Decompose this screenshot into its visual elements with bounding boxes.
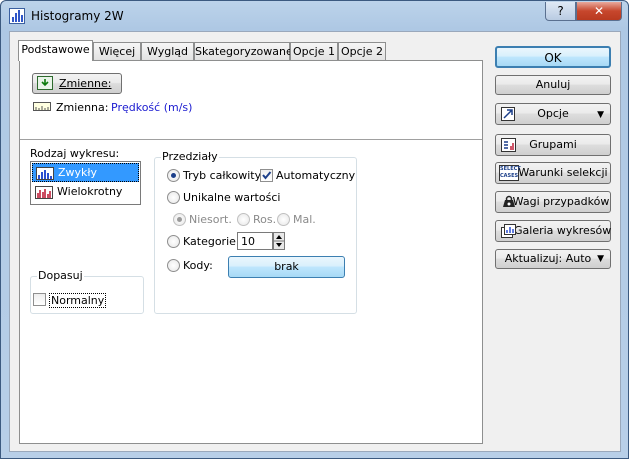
checkmark-icon — [262, 171, 272, 180]
list-item-wielokrotny[interactable]: Wielokrotny — [32, 183, 139, 202]
codes-label: Kody: — [183, 259, 213, 272]
variable-caption: Zmienna: — [56, 101, 109, 114]
weight-icon — [503, 195, 515, 207]
gallery-icon — [501, 224, 516, 238]
select-cases-label: Warunki selekcji — [518, 166, 608, 179]
ruler-icon — [33, 102, 51, 111]
categories-label: Kategorie: — [183, 235, 240, 248]
ascending-radio[interactable] — [237, 213, 250, 226]
simple-histogram-icon — [36, 167, 54, 180]
close-button[interactable]: ✕ — [576, 2, 622, 21]
chart-type-list[interactable]: Zwykły Wielokrotny — [30, 161, 141, 205]
help-button[interactable]: ? — [545, 2, 576, 21]
automatic-label: Automatyczny — [276, 169, 356, 182]
normal-checkbox[interactable] — [33, 293, 46, 306]
select-cases-button[interactable]: SELECT CASES Warunki selekcji — [495, 162, 611, 184]
fit-legend: Dopasuj — [37, 269, 84, 282]
window-title: Histogramy 2W — [31, 9, 124, 23]
chevron-down-icon: ▼ — [597, 110, 604, 120]
tab-wyglad[interactable]: Wygląd — [141, 42, 194, 60]
unsorted-label: Niesort. — [189, 213, 232, 226]
variables-button-label: Zmienne: — [59, 77, 112, 90]
descending-label: Mal. — [293, 213, 316, 226]
descending-radio[interactable] — [277, 213, 290, 226]
unique-values-radio[interactable] — [167, 191, 180, 204]
automatic-checkbox[interactable] — [260, 169, 273, 182]
update-label: Aktualizuj: Auto — [504, 252, 592, 265]
multiple-histogram-icon — [35, 186, 53, 199]
list-item-label: Wielokrotny — [57, 185, 123, 198]
options-button[interactable]: Opcje ▼ — [495, 103, 611, 125]
title-bar[interactable]: Histogramy 2W ? ✕ — [1, 1, 628, 31]
spin-arrows-icon — [274, 235, 284, 247]
fit-group: Dopasuj Normalny — [30, 269, 144, 314]
chart-type-legend: Rodzaj wykresu: — [30, 147, 120, 160]
codes-radio[interactable] — [167, 259, 180, 272]
intervals-group: Przedziały Tryb całkowity Automatyczny U… — [154, 150, 357, 314]
tab-opcje-2[interactable]: Opcje 2 — [338, 42, 386, 60]
tab-panel-podstawowe: Zmienne: Zmienna: Prędkość (m/s) Rodzaj … — [19, 60, 483, 444]
categories-radio[interactable] — [167, 235, 180, 248]
cancel-button[interactable]: Anuluj — [495, 75, 611, 95]
tab-podstawowe[interactable]: Podstawowe — [18, 40, 93, 61]
select-cases-icon: SELECT CASES — [499, 165, 521, 181]
update-dropdown[interactable]: Aktualizuj: Auto ▼ — [495, 249, 611, 269]
histogram-app-icon — [9, 8, 25, 24]
by-group-label: Grupami — [529, 138, 577, 151]
options-icon — [501, 107, 515, 121]
by-group-icon — [501, 138, 516, 152]
by-group-button[interactable]: Grupami — [495, 134, 611, 156]
tab-wiecej[interactable]: Więcej — [93, 42, 141, 60]
full-mode-label: Tryb całkowity — [183, 169, 262, 182]
chevron-down-icon: ▼ — [597, 254, 604, 264]
chart-gallery-label: Galeria wykresów — [514, 224, 612, 237]
case-weights-button[interactable]: Wagi przypadków — [495, 191, 611, 213]
section-divider — [20, 139, 482, 140]
list-item-zwykly[interactable]: Zwykły — [32, 163, 139, 182]
full-mode-radio[interactable] — [167, 169, 180, 182]
ascending-label: Ros. — [253, 213, 277, 226]
chart-gallery-button[interactable]: Galeria wykresów — [495, 220, 611, 242]
options-label: Opcje — [537, 107, 569, 120]
variable-value: Prędkość (m/s) — [111, 101, 193, 114]
dialog-window: Histogramy 2W ? ✕ Podstawowe Więcej Wygl… — [0, 0, 629, 459]
variables-button[interactable]: Zmienne: — [32, 73, 122, 94]
categories-value: 10 — [241, 235, 255, 248]
categories-spinner[interactable] — [273, 232, 285, 250]
codes-button[interactable]: brak — [228, 256, 345, 278]
tab-opcje-1[interactable]: Opcje 1 — [290, 42, 338, 60]
normal-checkbox-label[interactable]: Normalny — [49, 293, 107, 308]
case-weights-label: Wagi przypadków — [512, 195, 610, 208]
categories-input[interactable]: 10 — [237, 232, 273, 250]
dialog-client: Podstawowe Więcej Wygląd Skategoryzowane… — [9, 31, 621, 452]
variables-icon — [37, 76, 53, 90]
list-item-label: Zwykły — [58, 166, 98, 179]
tab-skategoryzowane[interactable]: Skategoryzowane — [194, 42, 293, 60]
unsorted-radio[interactable] — [173, 213, 186, 226]
unique-values-label: Unikalne wartości — [183, 191, 281, 204]
ok-button[interactable]: OK — [495, 46, 611, 68]
intervals-legend: Przedziały — [161, 150, 219, 163]
